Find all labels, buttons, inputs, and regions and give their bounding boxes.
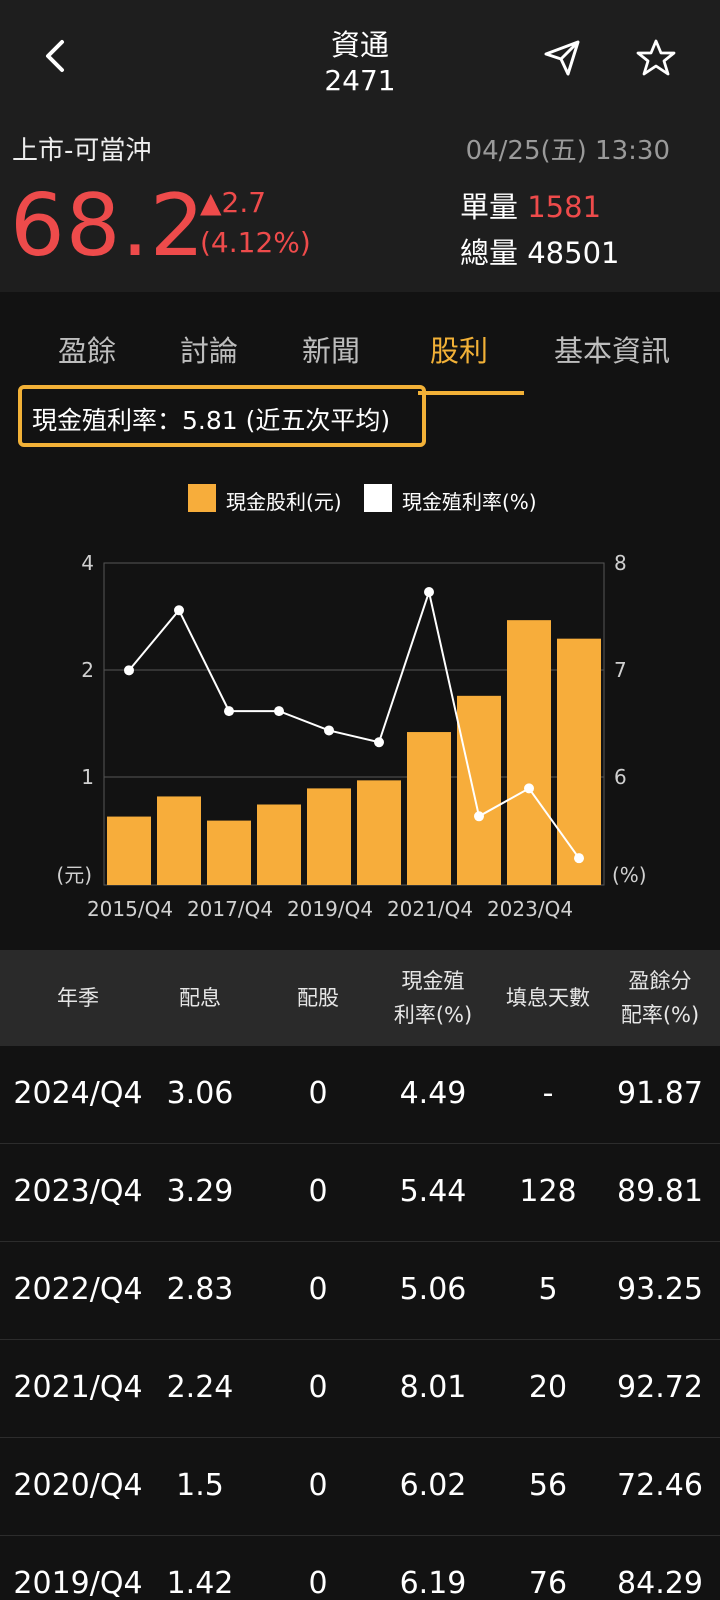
x-tick-2023/Q4: 2023/Q4: [487, 897, 573, 920]
bar-2023/Q4: [507, 620, 551, 885]
bar-2020/Q4: [357, 780, 401, 885]
tab-discussion[interactable]: 討論: [180, 328, 238, 370]
stock-header: 資通 2471 上市-可當沖 04/25(五) 13:30 68.2 ▲2.7 …: [0, 0, 720, 292]
table-row[interactable]: 2024/Q4 3.06 0 4.49-91.87: [0, 1046, 720, 1144]
table-cell: 72.46: [617, 1468, 703, 1503]
yield-point-2020/Q4: [374, 737, 384, 748]
tab-earnings[interactable]: 盈餘: [58, 328, 116, 370]
y-right-unit: (%): [612, 863, 647, 887]
column-header-text: 配息: [179, 986, 221, 1010]
chart-legend: 現金股利(元) 現金殖利率(%): [0, 480, 720, 516]
table-cell: 2022/Q4: [13, 1272, 143, 1307]
share-icon[interactable]: [542, 38, 582, 78]
section-tabs: 盈餘 討論 新聞 股利 基本資訊: [0, 320, 720, 380]
star-icon[interactable]: [636, 38, 676, 78]
bar-2019/Q4: [307, 788, 351, 885]
table-header: 年季 配息 配股 現金殖 利率(%) 填息天數 盈餘分 配率(%): [0, 950, 720, 1046]
table-cell: 2020/Q4: [13, 1468, 143, 1503]
bar-2015/Q4: [107, 816, 151, 885]
yield-point-2022/Q4: [474, 811, 484, 822]
legend-swatch-yield: [364, 484, 392, 512]
bar-2018/Q4: [257, 804, 301, 885]
y-left-tick-1: 1: [81, 765, 94, 789]
y-left-tick-4: 4: [81, 551, 94, 575]
table-cell: 2023/Q4: [13, 1174, 143, 1209]
stock-name: 資通: [330, 28, 389, 62]
column-header-1: 配息: [140, 981, 260, 1015]
column-header-0: 年季: [18, 981, 138, 1015]
table-cell: 93.25: [617, 1272, 703, 1307]
yield-summary: 現金殖利率：5.81 (近五次平均): [32, 406, 391, 435]
column-header-2: 配股: [258, 981, 378, 1015]
legend-swatch-dividend: [188, 484, 216, 512]
yield-point-2023/Q4: [524, 783, 534, 794]
bar-2021/Q4: [407, 732, 451, 885]
table-cell: 2019/Q4: [13, 1566, 143, 1600]
total-volume-label: 總量: [460, 236, 519, 270]
unit-volume-label: 單量: [460, 190, 519, 224]
y-right-tick-7: 7: [614, 658, 627, 682]
column-header-5: 盈餘分配率(%): [600, 964, 720, 1032]
table-row[interactable]: 2021/Q4 2.24 0 8.01 20 92.72: [0, 1340, 720, 1438]
legend-label-dividend: 現金股利(元): [226, 490, 342, 514]
x-tick-2015/Q4: 2015/Q4: [87, 897, 173, 920]
unit-volume: 單量 1581: [460, 184, 601, 226]
column-header-3: 現金殖利率(%): [373, 964, 493, 1032]
tab-dividend[interactable]: 股利: [430, 328, 488, 370]
column-header-text: 配股: [297, 986, 339, 1010]
tab-basic-info[interactable]: 基本資訊: [554, 328, 670, 370]
market-type: 上市-可當沖: [12, 136, 152, 166]
total-volume-value: 48501: [527, 236, 620, 270]
y-left-unit: (元): [56, 863, 92, 887]
table-cell: 91.87: [617, 1076, 703, 1111]
table-row[interactable]: 2020/Q4 1.5 0 6.02 56 72.46: [0, 1438, 720, 1536]
price-change: ▲2.7: [200, 186, 267, 219]
table-cell: 2024/Q4: [13, 1076, 143, 1111]
yield-point-2019/Q4: [324, 725, 334, 736]
column-header-text: 年季: [57, 986, 99, 1010]
table-cell: 89.81: [617, 1174, 703, 1209]
yield-point-2021/Q4: [424, 586, 434, 597]
dividend-chart: 4 2 1 8 7 6 (元) (%) 2015/Q4 2017/Q4 2019/Q4 2021/Q4…: [56, 551, 647, 920]
column-header-text: 現金殖: [401, 969, 465, 993]
yield-point-2017/Q4: [224, 706, 234, 717]
yield-point-2015/Q4: [124, 665, 134, 676]
bar-2017/Q4: [207, 820, 251, 885]
table-row[interactable]: 2019/Q4 1.42 0 6.19 76 84.29: [0, 1536, 720, 1600]
table-row[interactable]: 2023/Q4 3.29 0 5.44 128 89.81: [0, 1144, 720, 1242]
x-tick-2017/Q4: 2017/Q4: [187, 897, 273, 920]
current-price: 68.2: [10, 176, 206, 276]
bar-2022/Q4: [457, 695, 501, 885]
tab-news[interactable]: 新聞: [302, 328, 360, 370]
y-right-tick-8: 8: [614, 551, 627, 575]
unit-volume-value: 1581: [527, 190, 602, 224]
bar-2024/Q4: [557, 638, 601, 885]
total-volume: 總量 48501: [460, 230, 620, 272]
x-tick-2019/Q4: 2019/Q4: [287, 897, 373, 920]
yield-point-2024/Q4: [574, 853, 584, 864]
table-cell: 2021/Q4: [13, 1370, 143, 1405]
table-cell: 84.29: [617, 1566, 703, 1600]
active-tab-indicator: [418, 391, 524, 395]
yield-point-2018/Q4: [274, 706, 284, 717]
column-header-text: 盈餘分: [628, 969, 692, 993]
table-row[interactable]: 2022/Q4 2.83 0 5.06 5 93.25: [0, 1242, 720, 1340]
y-left-tick-2: 2: [81, 658, 94, 682]
column-header-text: 填息天數: [506, 986, 590, 1010]
legend-label-yield: 現金殖利率(%): [402, 490, 537, 514]
quote-time: 04/25(五) 13:30: [465, 136, 670, 166]
x-tick-2021/Q4: 2021/Q4: [387, 897, 473, 920]
yield-point-2016/Q4: [174, 605, 184, 616]
column-header-text: 利率(%): [393, 1003, 473, 1027]
y-right-tick-6: 6: [614, 765, 627, 789]
bar-2016/Q4: [157, 796, 201, 885]
table-cell: 92.72: [617, 1370, 703, 1405]
price-change-percent: (4.12%): [200, 226, 311, 259]
stock-code: 2471: [324, 64, 396, 97]
column-header-4: 填息天數: [488, 981, 608, 1015]
column-header-text: 配率(%): [620, 1003, 700, 1027]
